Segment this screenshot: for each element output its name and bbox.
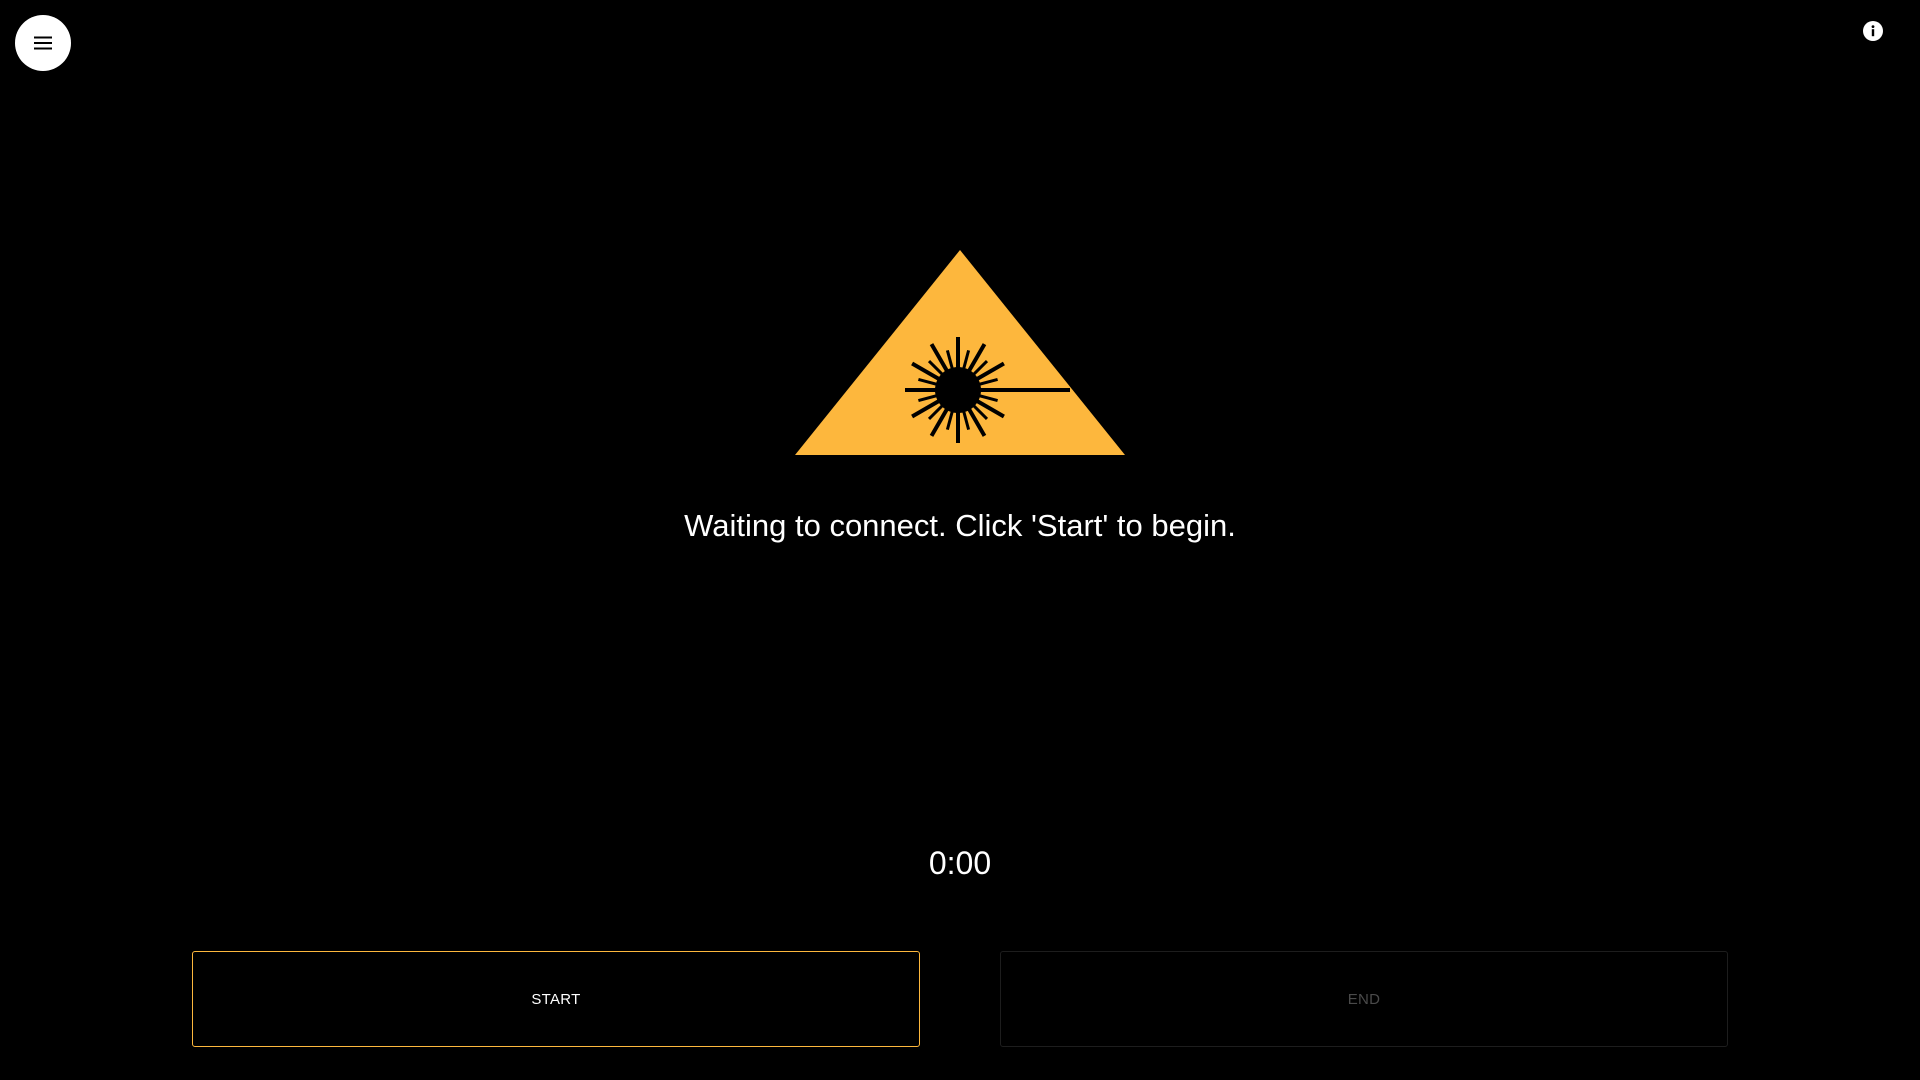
- menu-button[interactable]: [15, 15, 71, 71]
- info-icon: [1862, 20, 1884, 47]
- end-button[interactable]: END: [1000, 951, 1728, 1047]
- app-root: Waiting to connect. Click 'Start' to beg…: [0, 0, 1920, 1080]
- connection-status-text: Waiting to connect. Click 'Start' to beg…: [684, 508, 1236, 543]
- laser-warning-icon: [795, 250, 1125, 456]
- session-timer: 0:00: [928, 845, 992, 881]
- start-button[interactable]: START: [192, 951, 920, 1047]
- info-button[interactable]: [1862, 20, 1884, 47]
- hamburger-menu-icon: [33, 36, 53, 50]
